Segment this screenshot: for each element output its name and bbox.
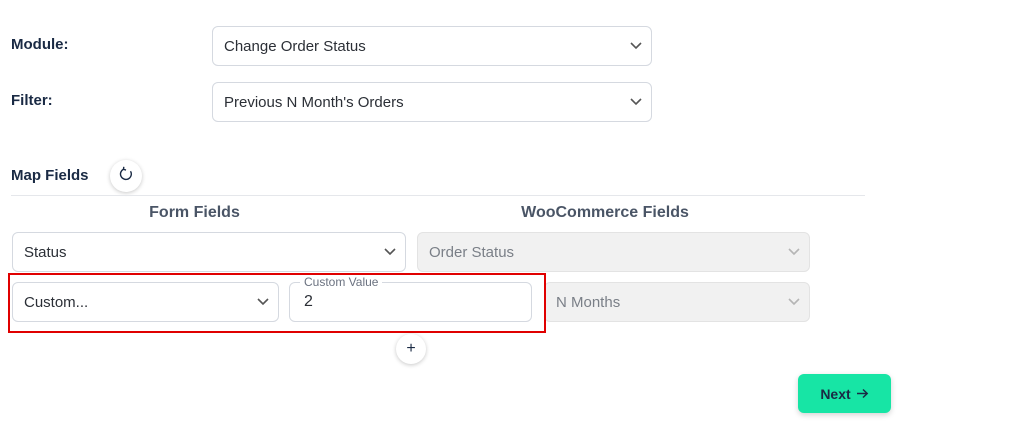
- woocommerce-field-value: N Months: [556, 293, 621, 311]
- chevron-down-icon: [629, 41, 643, 51]
- form-field-select[interactable]: Status: [12, 232, 406, 272]
- plus-icon: +: [406, 340, 416, 357]
- map-fields-title: Map Fields: [11, 167, 89, 184]
- module-select-value: Change Order Status: [224, 37, 366, 55]
- module-select[interactable]: Change Order Status: [212, 26, 652, 66]
- woocommerce-field-select: N Months: [544, 282, 810, 322]
- filter-select-value: Previous N Month's Orders: [224, 93, 404, 111]
- chevron-down-icon: [787, 297, 801, 307]
- arrow-right-icon: [856, 386, 869, 402]
- form-fields-header: Form Fields: [149, 204, 240, 221]
- next-button-label: Next: [820, 385, 851, 402]
- next-button[interactable]: Next: [798, 374, 891, 413]
- refresh-button[interactable]: [110, 160, 142, 192]
- form-field-value: Status: [24, 243, 67, 261]
- chevron-down-icon: [383, 247, 397, 257]
- woocommerce-field-value: Order Status: [429, 243, 515, 261]
- chevron-down-icon: [787, 247, 801, 257]
- filter-select[interactable]: Previous N Month's Orders: [212, 82, 652, 122]
- chevron-down-icon: [629, 97, 643, 107]
- highlight-box: [8, 273, 546, 333]
- filter-label: Filter:: [11, 92, 53, 109]
- divider: [11, 195, 865, 196]
- woocommerce-field-select: Order Status: [417, 232, 810, 272]
- add-field-button[interactable]: +: [396, 334, 426, 364]
- woocommerce-fields-header: WooCommerce Fields: [521, 204, 689, 221]
- refresh-icon: [118, 166, 134, 187]
- module-label: Module:: [11, 36, 69, 53]
